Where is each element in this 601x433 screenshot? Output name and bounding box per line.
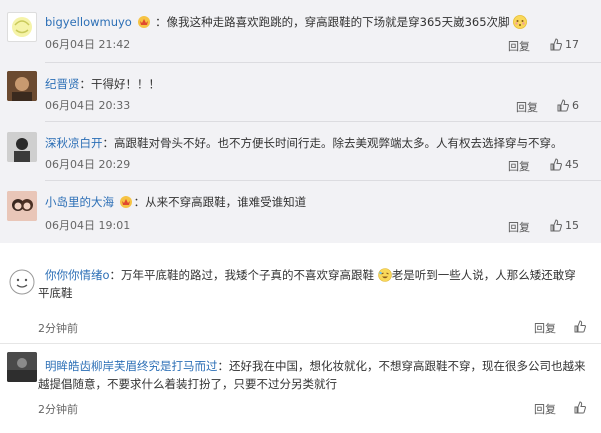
timestamp: 2分钟前 [38,322,78,335]
smiley-avatar-icon [9,269,35,295]
like-count: 45 [565,158,579,171]
timestamp: 2分钟前 [38,403,78,416]
avatar-photo-icon [7,191,37,221]
comment-text-line2: 平底鞋 [38,286,73,300]
comment-item: bigyellowmuyo ：像我这种走路喜欢跑跳的，穿高跟鞋的下场就是穿365… [0,0,601,62]
thumbs-up-icon [574,401,586,414]
comment-text-line2: 越提倡随意，不要求什么着装打扮了，只要不过分另类就行 [38,377,337,391]
avatar-photo-icon [7,352,37,382]
comment-text-continued: 老是听到一些人说，人那么矮还敢穿 [391,268,576,282]
blushing-emoji-icon [513,15,528,29]
like-count: 15 [565,219,579,232]
username[interactable]: 你你你情绪o [45,268,110,282]
avatar[interactable] [7,132,37,162]
laughing-emoji-icon [377,268,392,282]
avatar[interactable] [7,12,37,42]
avatar[interactable] [7,352,37,382]
comment-item: 小岛里的大海 ：从来不穿高跟鞋，谁难受谁知道 06月04日 19:01 回复 1… [0,181,601,243]
avatar-photo-icon [7,132,37,162]
like-button[interactable] [574,320,589,334]
lemon-logo-icon [12,17,32,37]
reply-button[interactable]: 回复 [534,403,556,417]
timestamp: 06月04日 20:33 [45,99,131,112]
avatar[interactable] [7,191,37,221]
comment-item: 你你你情绪o：万年平底鞋的路过，我矮个子真的不喜欢穿高跟鞋 老是听到一些人说，人… [0,253,601,343]
comment-item: 明眸皓齿柳岸芙眉终究是打马而过：还好我在中国，想化妆就化，不想穿高跟鞋不穿，现在… [0,344,601,433]
comment-item: 深秋凉白开：高跟鞋对骨头不好。也不方便长时间行走。除去美观弊端太多。人有权去选择… [0,122,601,180]
username[interactable]: 明眸皓齿柳岸芙眉终究是打马而过 [45,359,218,373]
comment-line: 你你你情绪o：万年平底鞋的路过，我矮个子真的不喜欢穿高跟鞋 老是听到一些人说，人… [45,267,576,283]
thumbs-up-icon [557,99,569,112]
comment-item: 纪晋贤：干得好！！！ 06月04日 20:33 回复 6 [0,63,601,121]
avatar[interactable] [7,267,37,297]
thumbs-up-icon [550,38,562,51]
reply-button[interactable]: 回复 [508,221,530,235]
comment-line: 纪晋贤：干得好！！！ [45,76,160,92]
reply-button[interactable]: 回复 [508,160,530,174]
username[interactable]: 深秋凉白开 [45,136,103,150]
vip-crown-icon [119,195,133,208]
panel-separator [0,243,601,253]
comment-text: ：干得好！！！ [79,77,161,91]
comment-text: ：还好我在中国，想化妆就化，不想穿高跟鞋不穿，现在很多公司也越来 [217,359,586,373]
comment-line: 小岛里的大海 ：从来不穿高跟鞋，谁难受谁知道 [45,194,306,210]
comment-text: ：像我这种走路喜欢跑跳的，穿高跟鞋的下场就是穿365天崴365次脚 [155,15,510,29]
like-count: 6 [572,99,579,112]
timestamp: 06月04日 20:29 [45,158,131,171]
reply-button[interactable]: 回复 [534,322,556,336]
avatar-photo-icon [7,71,37,101]
timestamp: 06月04日 21:42 [45,38,131,51]
like-count: 17 [565,38,579,51]
like-button[interactable]: 6 [557,99,579,113]
avatar[interactable] [7,71,37,101]
like-button[interactable]: 17 [550,38,579,52]
comment-line: 深秋凉白开：高跟鞋对骨头不好。也不方便长时间行走。除去美观弊端太多。人有权去选择… [45,135,563,151]
username[interactable]: bigyellowmuyo [45,15,132,29]
username[interactable]: 小岛里的大海 [45,195,114,209]
username[interactable]: 纪晋贤 [45,77,80,91]
comment-text: ：从来不穿高跟鞋，谁难受谁知道 [133,195,307,209]
thumbs-up-icon [550,219,562,232]
like-button[interactable]: 15 [550,219,579,233]
comment-line: 明眸皓齿柳岸芙眉终究是打马而过：还好我在中国，想化妆就化，不想穿高跟鞋不穿，现在… [45,358,586,374]
thumbs-up-icon [574,320,586,333]
thumbs-up-icon [550,158,562,171]
like-button[interactable] [574,401,589,415]
comment-text: ：高跟鞋对骨头不好。也不方便长时间行走。除去美观弊端太多。人有权去选择穿与不穿。 [102,136,563,150]
vip-crown-icon [137,15,151,28]
reply-button[interactable]: 回复 [516,101,538,115]
comment-line: bigyellowmuyo ：像我这种走路喜欢跑跳的，穿高跟鞋的下场就是穿365… [45,14,528,30]
like-button[interactable]: 45 [550,158,579,172]
timestamp: 06月04日 19:01 [45,219,131,232]
reply-button[interactable]: 回复 [508,40,530,54]
comment-text: ：万年平底鞋的路过，我矮个子真的不喜欢穿高跟鞋 [109,268,375,282]
